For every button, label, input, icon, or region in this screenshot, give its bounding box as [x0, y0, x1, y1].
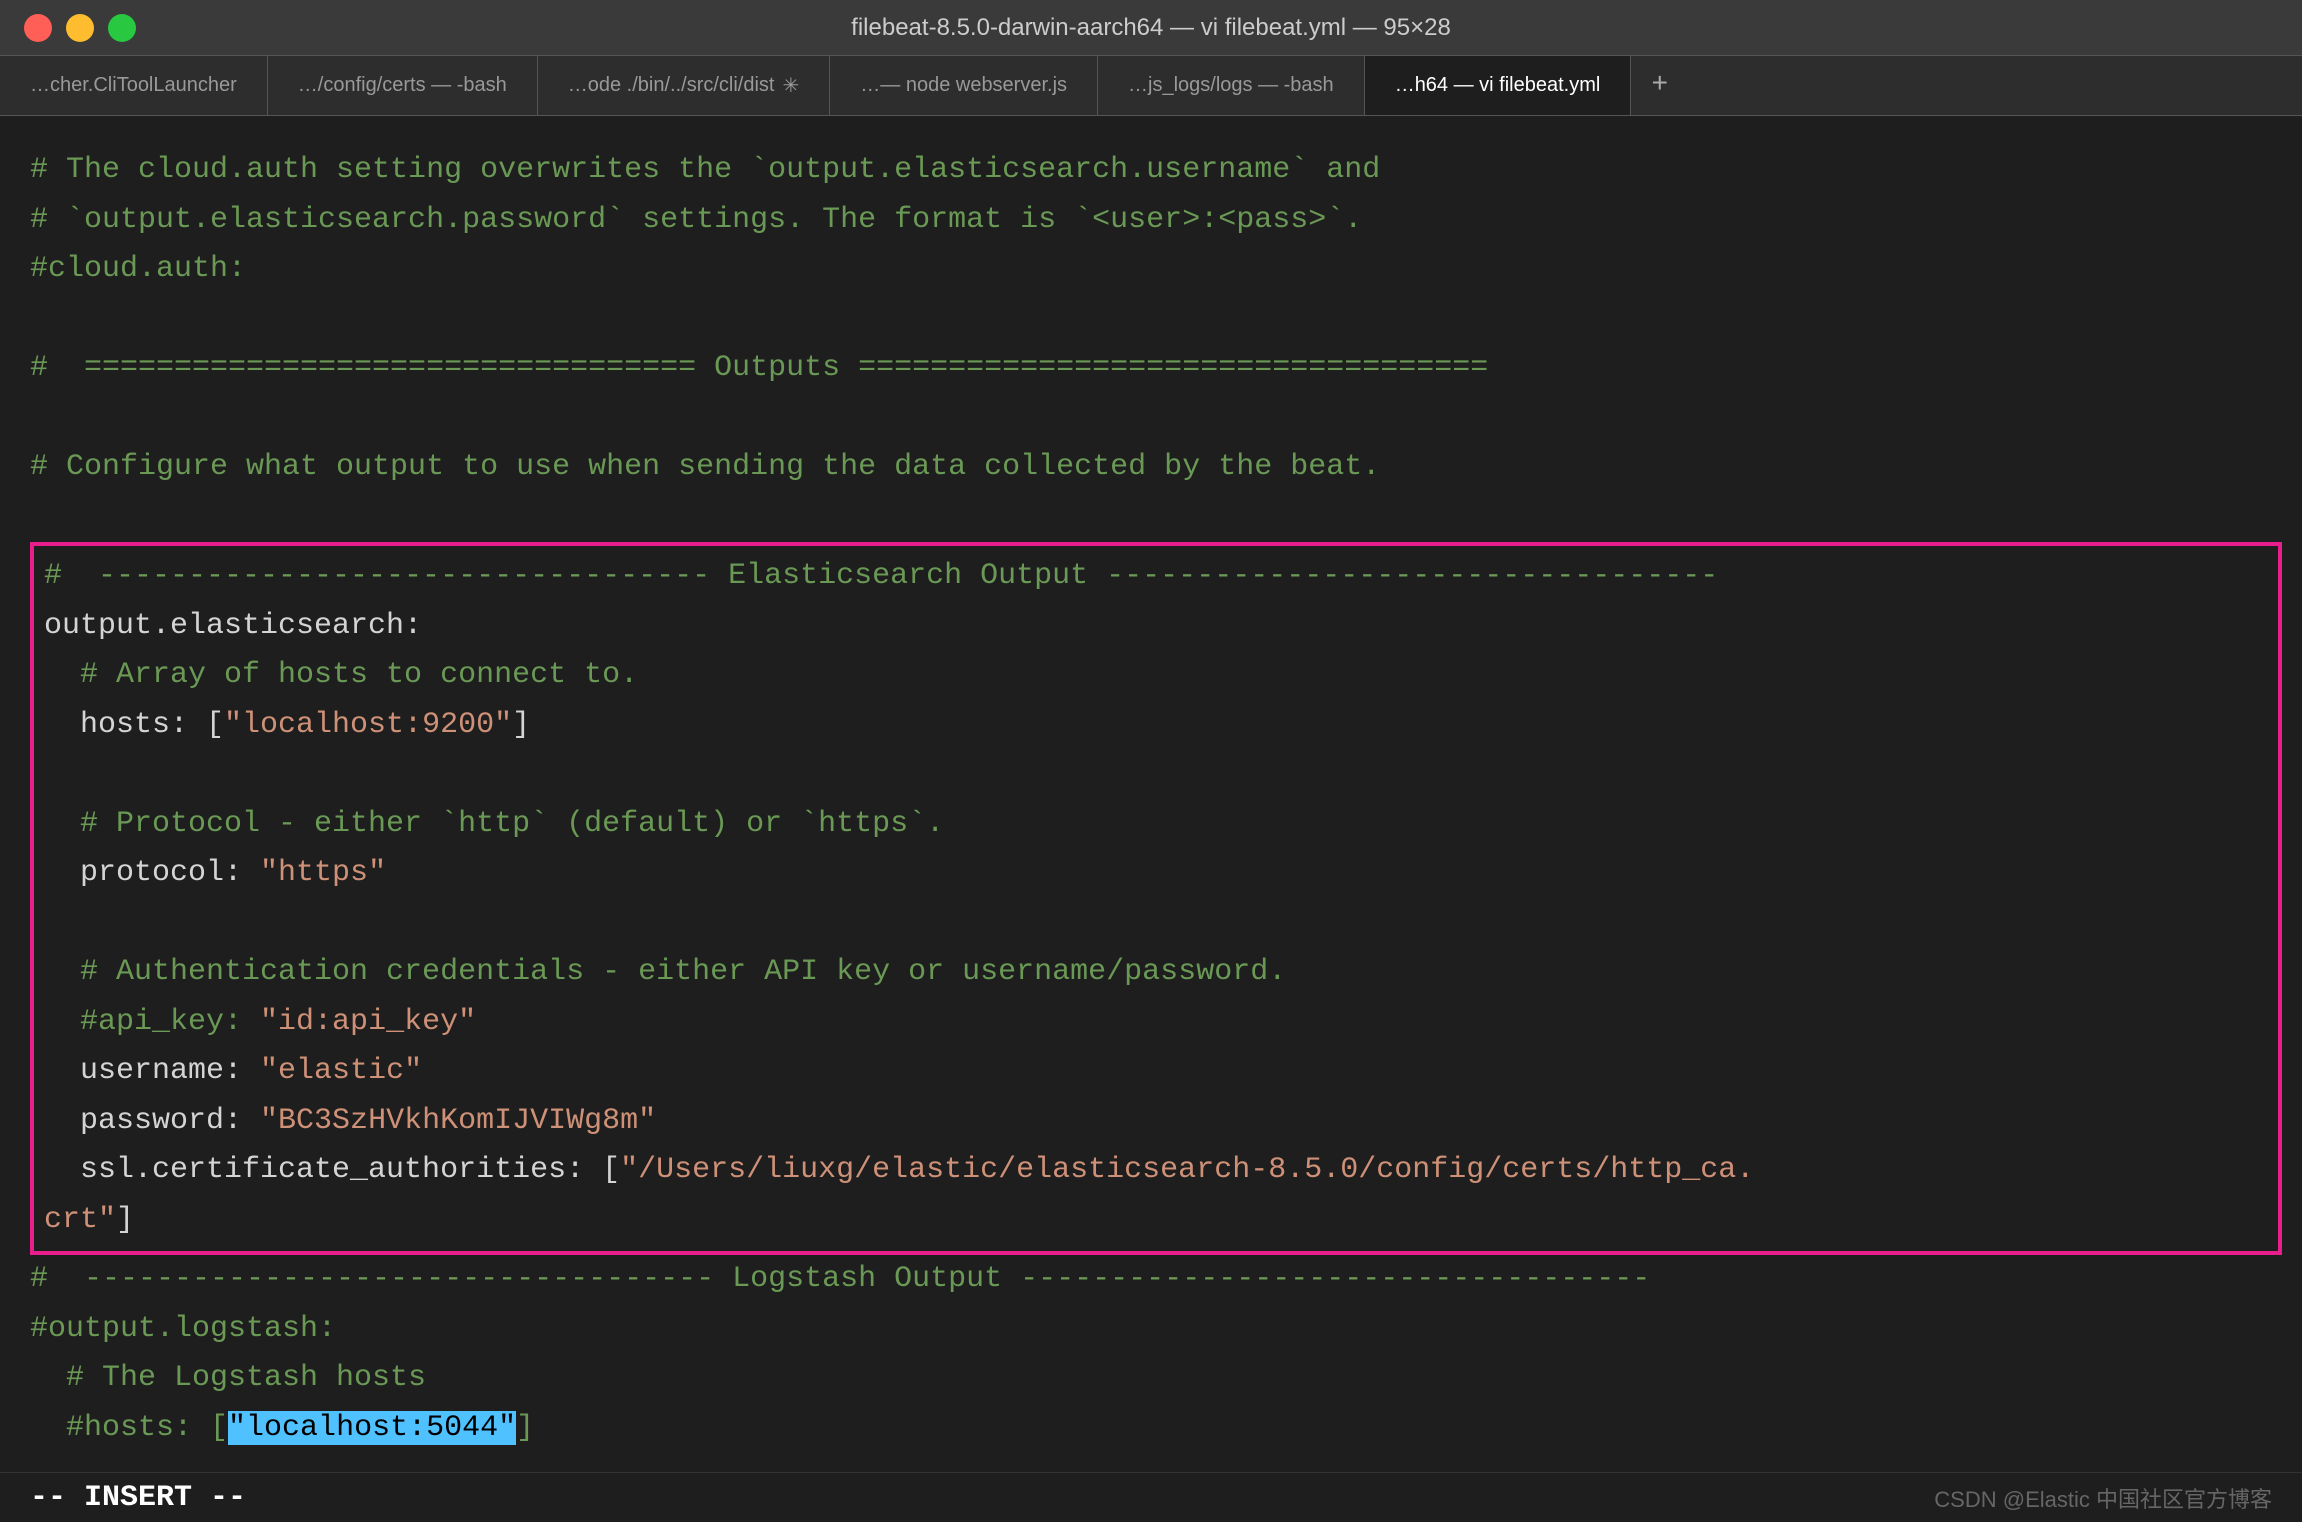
csdn-credit: CSDN @Elastic 中国社区官方博客 — [1934, 1482, 2272, 1514]
es-line-username: username: "elastic" — [44, 1047, 2268, 1097]
add-tab-button[interactable]: + — [1631, 56, 1688, 115]
window-controls — [0, 14, 136, 42]
es-line-output: output.elasticsearch: — [44, 602, 2268, 652]
tab-logs-bash-label: …js_logs/logs — -bash — [1128, 74, 1334, 97]
status-bar: -- INSERT -- CSDN @Elastic 中国社区官方博客 — [0, 1472, 2302, 1522]
es-line-blank2 — [44, 899, 2268, 949]
tab-logs-bash[interactable]: …js_logs/logs — -bash — [1098, 56, 1365, 115]
logstash-hosts: #hosts: ["localhost:5044"] — [30, 1404, 2302, 1454]
tab-filebeat[interactable]: …h64 — vi filebeat.yml — [1365, 56, 1632, 115]
code-line-2: # `output.elasticsearch.password` settin… — [30, 196, 2302, 246]
es-line-separator: # ---------------------------------- Ela… — [44, 552, 2268, 602]
es-line-protocol-comment: # Protocol - either `http` (default) or … — [44, 800, 2268, 850]
title-bar: filebeat-8.5.0-darwin-aarch64 — vi fileb… — [0, 0, 2302, 56]
tab-bar: …cher.CliToolLauncher …/config/certs — -… — [0, 56, 2302, 116]
tab-cli-dist[interactable]: …ode ./bin/../src/cli/dist ✳ — [538, 56, 831, 115]
code-line-4 — [30, 295, 2302, 345]
tab-clitool[interactable]: …cher.CliToolLauncher — [0, 56, 268, 115]
tab-webserver-label: …— node webserver.js — [860, 74, 1067, 97]
code-line-8 — [30, 493, 2302, 543]
spinner-icon: ✳ — [783, 73, 800, 98]
logstash-separator: # ----------------------------------- Lo… — [30, 1255, 2302, 1305]
code-line-3: #cloud.auth: — [30, 245, 2302, 295]
tab-webserver[interactable]: …— node webserver.js — [830, 56, 1098, 115]
code-line-5: # ================================== Out… — [30, 344, 2302, 394]
code-line-7: # Configure what output to use when send… — [30, 443, 2302, 493]
es-line-apikey: #api_key: "id:api_key" — [44, 998, 2268, 1048]
minimize-button[interactable] — [66, 14, 94, 42]
es-line-blank1 — [44, 750, 2268, 800]
es-line-protocol: protocol: "https" — [44, 849, 2268, 899]
elasticsearch-section: # ---------------------------------- Ela… — [30, 542, 2282, 1255]
window-title: filebeat-8.5.0-darwin-aarch64 — vi fileb… — [851, 14, 1451, 42]
es-line-hosts: hosts: ["localhost:9200"] — [44, 701, 2268, 751]
tab-config-certs[interactable]: …/config/certs — -bash — [268, 56, 538, 115]
maximize-button[interactable] — [108, 14, 136, 42]
tab-cli-dist-label: …ode ./bin/../src/cli/dist — [568, 74, 775, 97]
es-line-ssl-cont: crt"] — [44, 1196, 2268, 1246]
logstash-output: #output.logstash: — [30, 1305, 2302, 1355]
tab-config-certs-label: …/config/certs — -bash — [298, 74, 507, 97]
es-line-auth-comment: # Authentication credentials - either AP… — [44, 948, 2268, 998]
es-line-array-comment: # Array of hosts to connect to. — [44, 651, 2268, 701]
editor-content: # The cloud.auth setting overwrites the … — [0, 116, 2302, 1472]
tab-clitool-label: …cher.CliToolLauncher — [30, 74, 237, 97]
tab-filebeat-label: …h64 — vi filebeat.yml — [1395, 74, 1601, 97]
es-line-password: password: "BC3SzHVkhKomIJVIWg8m" — [44, 1097, 2268, 1147]
code-line-1: # The cloud.auth setting overwrites the … — [30, 146, 2302, 196]
es-line-ssl: ssl.certificate_authorities: ["/Users/li… — [44, 1146, 2268, 1196]
code-line-6 — [30, 394, 2302, 444]
close-button[interactable] — [24, 14, 52, 42]
vim-mode: -- INSERT -- — [30, 1481, 246, 1515]
logstash-hosts-comment: # The Logstash hosts — [30, 1354, 2302, 1404]
